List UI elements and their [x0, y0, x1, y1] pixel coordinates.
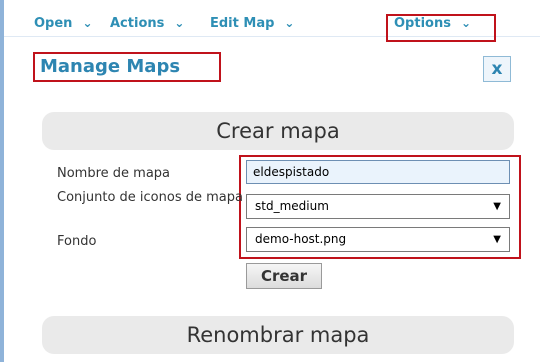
- iconset-select-value: std_medium: [255, 199, 329, 213]
- create-map-header[interactable]: Crear mapa: [42, 112, 514, 150]
- map-name-label: Nombre de mapa: [57, 166, 171, 181]
- window-left-edge: [0, 0, 4, 362]
- create-map-button[interactable]: Crear: [246, 263, 322, 289]
- chevron-down-icon: ⌄: [82, 16, 93, 30]
- menu-actions-label: Actions: [110, 16, 165, 31]
- menu-options-label: Options: [394, 16, 451, 31]
- dialog-title: Manage Maps: [40, 56, 181, 77]
- map-name-input[interactable]: eldespistado: [246, 160, 510, 184]
- iconset-select[interactable]: std_medium ▼: [246, 194, 510, 219]
- rename-map-header[interactable]: Renombrar mapa: [42, 316, 514, 354]
- chevron-down-icon: ⌄: [284, 16, 295, 30]
- menu-options[interactable]: Options ⌄: [394, 16, 471, 31]
- background-select-value: demo-host.png: [255, 232, 347, 246]
- menu-bar: Open ⌄ Actions ⌄ Edit Map ⌄ Options ⌄: [4, 12, 540, 37]
- background-label: Fondo: [57, 234, 97, 249]
- close-button[interactable]: x: [483, 56, 511, 82]
- menu-actions[interactable]: Actions ⌄: [110, 16, 184, 31]
- chevron-down-icon: ⌄: [460, 16, 472, 30]
- background-select[interactable]: demo-host.png ▼: [246, 227, 510, 252]
- menu-edit-map[interactable]: Edit Map ⌄: [210, 16, 294, 31]
- menu-edit-map-label: Edit Map: [210, 16, 275, 31]
- dropdown-arrow-icon: ▼: [493, 234, 501, 245]
- iconset-label: Conjunto de iconos de mapa: [57, 190, 243, 205]
- menu-open[interactable]: Open ⌄: [34, 16, 93, 31]
- dropdown-arrow-icon: ▼: [493, 201, 501, 212]
- menu-open-label: Open: [34, 16, 73, 31]
- chevron-down-icon: ⌄: [174, 16, 185, 30]
